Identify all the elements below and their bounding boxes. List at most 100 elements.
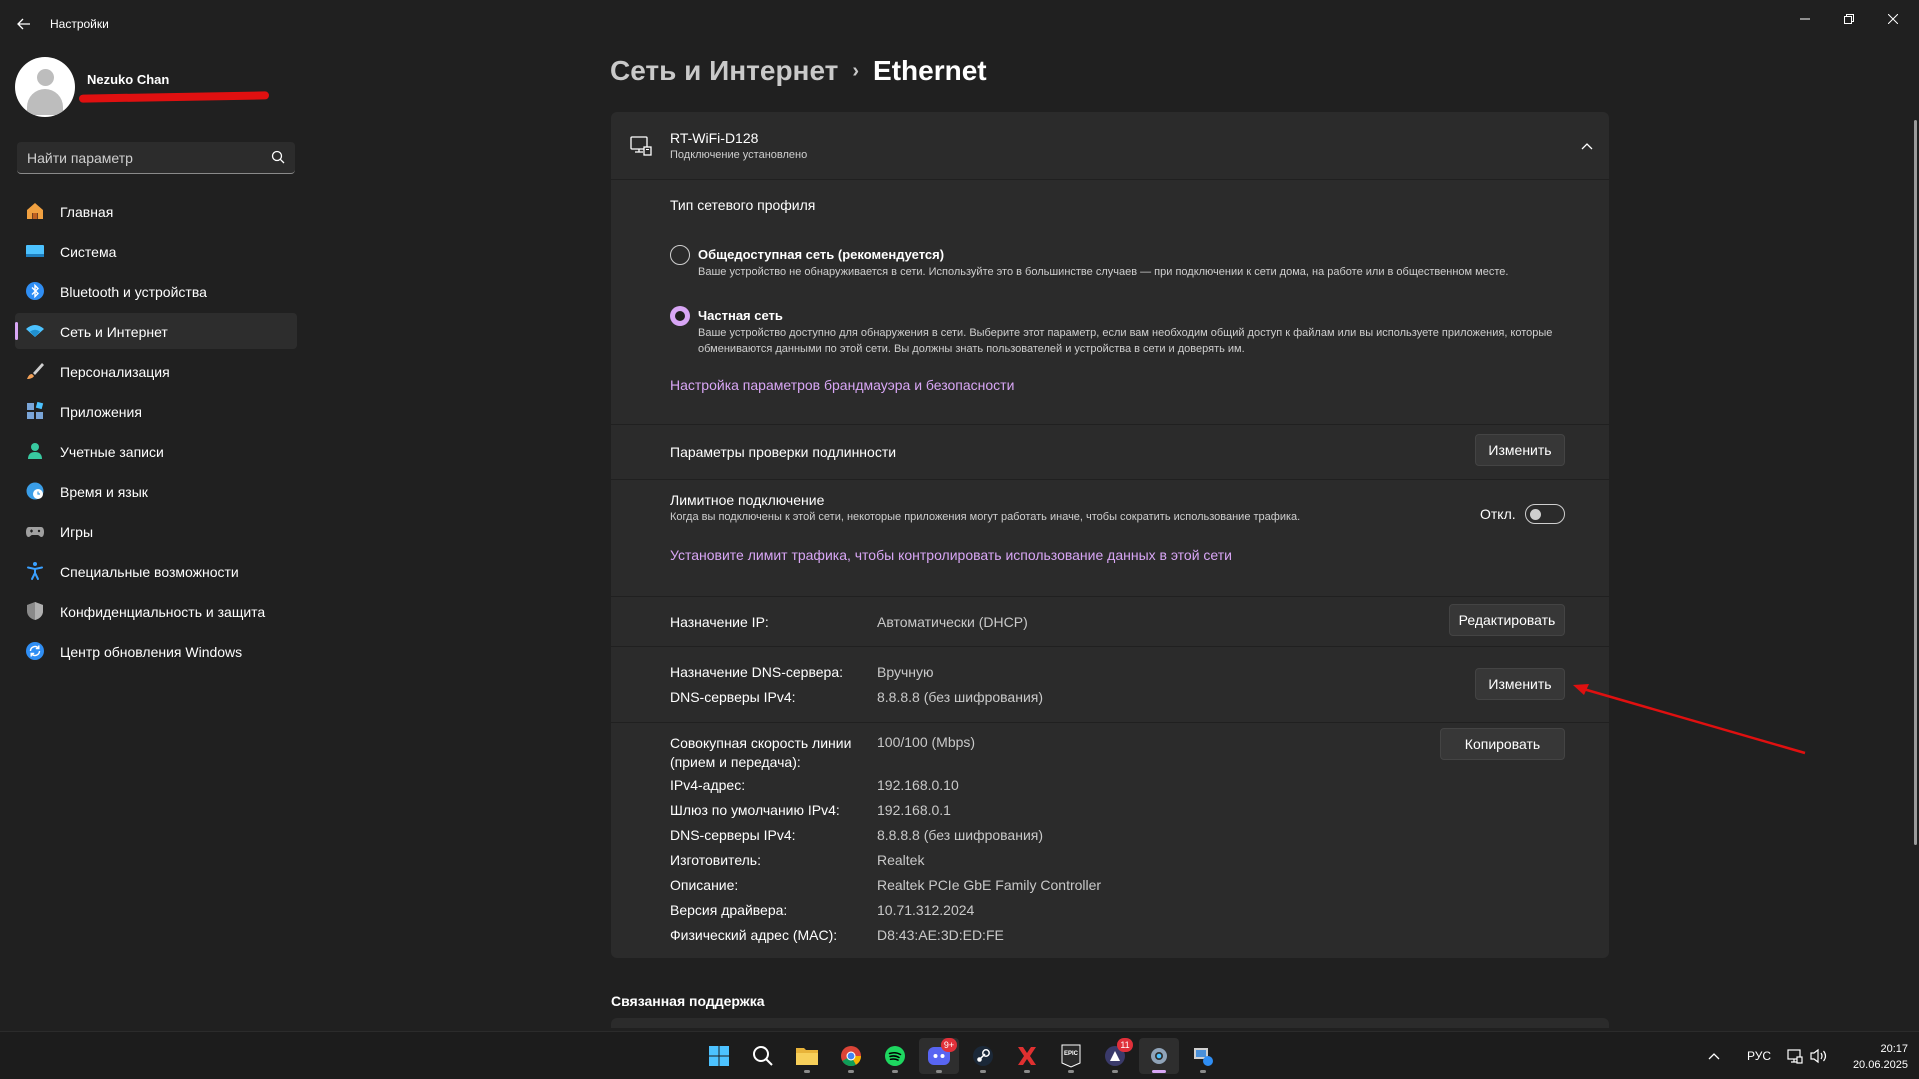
clock[interactable]: 20:17 20.06.2025 [1838, 1041, 1908, 1073]
dns-value: Вручную [877, 664, 934, 680]
volume-button[interactable] [1810, 1032, 1828, 1079]
ethernet-tray-icon [1787, 1049, 1803, 1064]
sidebar-item-accessibility[interactable]: Специальные возможности [15, 553, 297, 589]
firewall-settings-link[interactable]: Настройка параметров брандмауэра и безоп… [670, 377, 1014, 393]
tray-overflow-button[interactable] [1708, 1032, 1720, 1079]
breadcrumb-separator: › [852, 60, 860, 82]
prop-value: 192.168.0.10 [877, 777, 959, 793]
sidebar-item-time-language[interactable]: Время и язык [15, 473, 297, 509]
taskbar-spotify[interactable] [875, 1038, 915, 1074]
sidebar-item-label: Конфиденциальность и защита [60, 604, 266, 620]
close-button[interactable] [1871, 6, 1915, 32]
file-explorer-icon [796, 1048, 818, 1065]
prop-value: 8.8.8.8 (без шифрования) [877, 827, 1044, 843]
taskbar-steam[interactable] [963, 1038, 1003, 1074]
network-status: Подключение установлено [670, 149, 808, 161]
start-button[interactable] [699, 1038, 739, 1074]
sidebar-item-apps[interactable]: Приложения [15, 393, 297, 429]
prop-label: IPv4-адрес: [670, 777, 746, 793]
epic-games-icon: EPIC [1061, 1044, 1081, 1068]
redaction-scribble [78, 91, 270, 103]
dns-label: Назначение DNS-сервера: [670, 664, 843, 680]
scrollbar[interactable] [1914, 120, 1917, 845]
sidebar-nav: Главная Система Bluetooth и устройства С… [15, 193, 297, 673]
taskbar-chrome[interactable] [831, 1038, 871, 1074]
network-tool-icon [1194, 1048, 1213, 1066]
ip-value: Автоматически (DHCP) [877, 614, 1028, 630]
language-indicator[interactable]: РУС [1747, 1032, 1771, 1079]
auth-label: Параметры проверки подлинности [670, 444, 897, 460]
taskbar-network-tool[interactable] [1183, 1038, 1223, 1074]
copy-button[interactable]: Копировать [1440, 728, 1565, 760]
brush-icon [27, 363, 44, 379]
close-icon [1888, 14, 1898, 24]
auth-edit-button[interactable]: Изменить [1475, 434, 1565, 466]
metered-toggle[interactable] [1525, 504, 1565, 524]
search-input[interactable] [27, 148, 257, 168]
restore-icon [1844, 14, 1854, 24]
taskbar-file-explorer[interactable] [787, 1038, 827, 1074]
game-app-badge: 11 [1117, 1038, 1133, 1052]
sidebar-item-network[interactable]: Сеть и Интернет [15, 313, 297, 349]
breadcrumb-parent[interactable]: Сеть и Интернет [610, 55, 838, 86]
taskbar-game-app[interactable]: 11 [1095, 1038, 1135, 1074]
chevron-up-icon [1581, 143, 1593, 150]
sidebar-item-label: Главная [60, 204, 114, 220]
prop-value: D8:43:AE:3D:ED:FE [877, 927, 1004, 943]
taskbar-settings[interactable] [1139, 1038, 1179, 1074]
sidebar-item-label: Учетные записи [60, 444, 164, 460]
clock-date: 20.06.2025 [1852, 1059, 1908, 1071]
network-name: RT-WiFi-D128 [670, 130, 759, 146]
arrow-left-icon [17, 18, 30, 30]
app-title: Настройки [50, 17, 109, 31]
prop-value: Realtek [877, 852, 925, 868]
back-button[interactable] [12, 10, 36, 38]
bluetooth-icon [26, 282, 44, 300]
network-status-button[interactable] [1787, 1032, 1803, 1079]
user-profile[interactable]: Nezuko Chan [15, 57, 295, 119]
auth-settings-row: Параметры проверки подлинности Изменить [611, 425, 1609, 479]
prop-label: Описание: [670, 877, 739, 893]
ip-edit-button[interactable]: Редактировать [1449, 604, 1565, 636]
taskbar-x-app[interactable] [1007, 1038, 1047, 1074]
sidebar-item-bluetooth[interactable]: Bluetooth и устройства [15, 273, 297, 309]
prop-label: Физический адрес (MAC): [670, 927, 838, 943]
minimize-button[interactable] [1783, 6, 1827, 32]
public-network-radio[interactable] [670, 245, 690, 265]
related-support-card[interactable] [611, 1018, 1609, 1028]
data-limit-link[interactable]: Установите лимит трафика, чтобы контроли… [670, 547, 1232, 563]
restore-button[interactable] [1827, 6, 1871, 32]
prop-label: Совокупная скорость линии (прием и перед… [670, 735, 852, 770]
chevron-up-icon [1708, 1053, 1720, 1060]
taskbar-search-button[interactable] [743, 1038, 783, 1074]
breadcrumb: Сеть и Интернет › Ethernet [610, 55, 987, 87]
spotify-icon [885, 1046, 905, 1066]
sidebar-item-home[interactable]: Главная [15, 193, 297, 229]
annotation-arrow [1573, 684, 1806, 755]
related-support-title: Связанная поддержка [611, 993, 765, 1009]
sidebar-item-privacy[interactable]: Конфиденциальность и защита [15, 593, 297, 629]
private-network-radio[interactable] [670, 306, 690, 326]
prop-label: DNS-серверы IPv4: [670, 827, 796, 843]
private-network-desc: Ваше устройство доступно для обнаружения… [698, 327, 1553, 355]
prop-label: Шлюз по умолчанию IPv4: [670, 802, 840, 818]
clock-time: 20:17 [1880, 1043, 1908, 1055]
dns-edit-button[interactable]: Изменить [1475, 668, 1565, 700]
taskbar-discord[interactable]: 9+ [919, 1038, 959, 1074]
taskbar-epic-games[interactable]: EPIC [1051, 1038, 1091, 1074]
sidebar-item-windows-update[interactable]: Центр обновления Windows [15, 633, 297, 669]
metered-connection-row: Лимитное подключение Когда вы подключены… [611, 480, 1609, 596]
sidebar-item-accounts[interactable]: Учетные записи [15, 433, 297, 469]
sidebar-item-system[interactable]: Система [15, 233, 297, 269]
discord-badge: 9+ [941, 1038, 957, 1052]
settings-search[interactable] [17, 142, 295, 174]
sidebar-item-personalization[interactable]: Персонализация [15, 353, 297, 389]
sidebar-item-gaming[interactable]: Игры [15, 513, 297, 549]
minimize-icon [1800, 18, 1810, 20]
network-header-card[interactable]: RT-WiFi-D128 Подключение установлено [611, 112, 1609, 179]
user-name: Nezuko Chan [87, 72, 170, 87]
steam-icon [973, 1046, 993, 1066]
properties-card: Совокупная скорость линии (прием и перед… [611, 723, 1609, 958]
sidebar-item-label: Время и язык [60, 484, 148, 500]
collapse-button[interactable] [1575, 134, 1599, 158]
